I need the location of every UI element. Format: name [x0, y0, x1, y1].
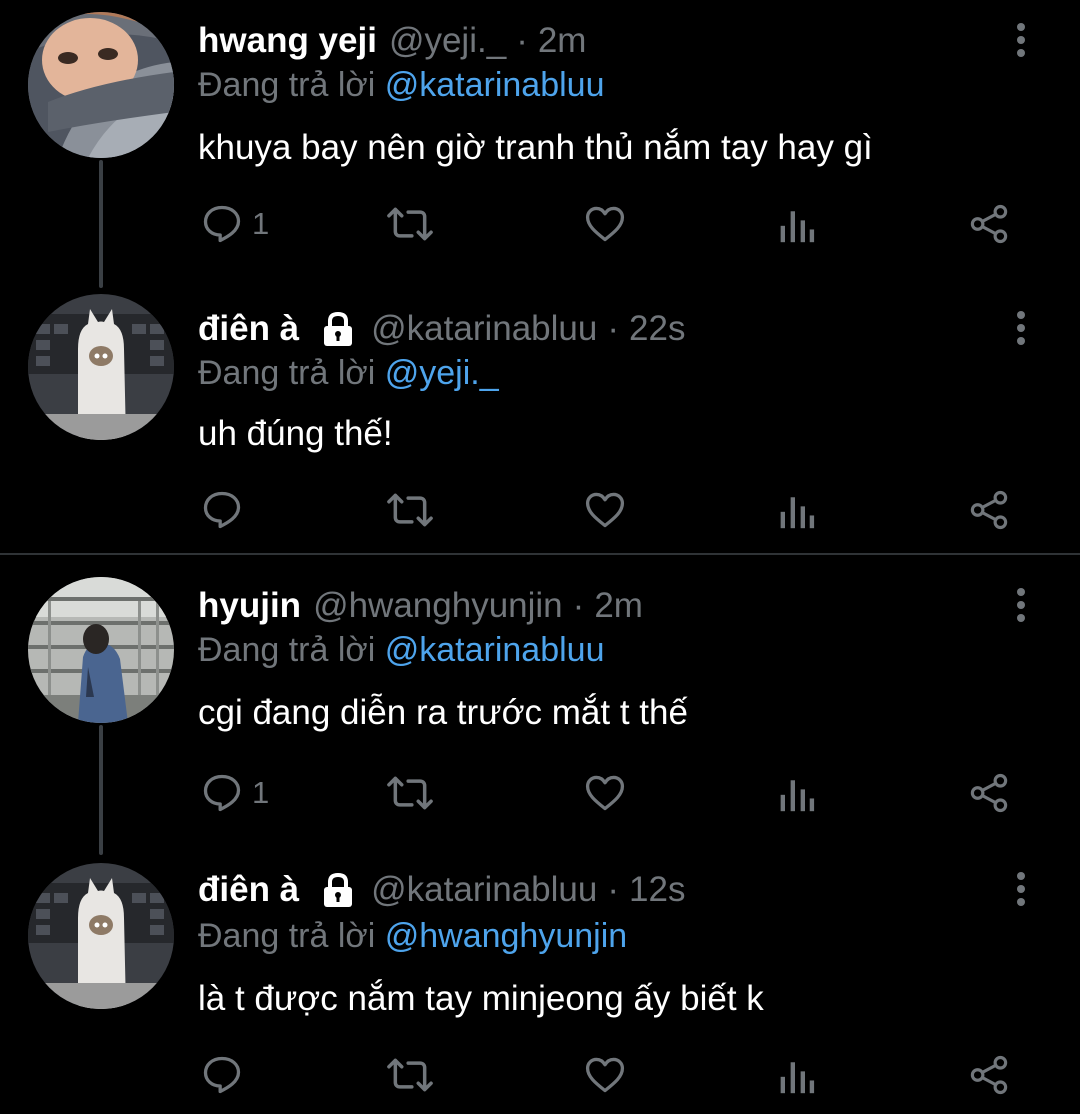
- analytics-icon: [780, 1062, 815, 1094]
- tweet-katarina-reply-2[interactable]: điên à @katarinabluu · 12s Đang trả lời …: [0, 855, 1080, 1114]
- reply-button[interactable]: [200, 484, 252, 536]
- avatar-hyujin[interactable]: [28, 577, 174, 723]
- heart-icon: [585, 492, 625, 528]
- timestamp[interactable]: 2m: [594, 586, 643, 626]
- user-handle[interactable]: @katarinabluu: [371, 870, 597, 910]
- views-button[interactable]: [778, 1049, 816, 1101]
- avatar-yeji[interactable]: [28, 12, 174, 158]
- reply-button[interactable]: 1: [200, 198, 269, 250]
- analytics-icon: [780, 497, 815, 529]
- retweet-icon: [387, 493, 433, 527]
- display-name[interactable]: hyujin: [198, 586, 301, 626]
- lock-icon: [324, 311, 353, 346]
- separator-dot: ·: [516, 21, 528, 60]
- reply-icon: [203, 205, 241, 243]
- mention-link[interactable]: @katarinabluu: [385, 66, 605, 104]
- timestamp[interactable]: 2m: [538, 21, 587, 61]
- tweet-hyujin[interactable]: hyujin @hwanghyunjin · 2m Đang trả lời @…: [0, 555, 1080, 855]
- display-name[interactable]: điên à: [198, 309, 299, 349]
- tweet-header: hwang yeji @yeji._ · 2m: [198, 18, 586, 64]
- share-button[interactable]: [968, 198, 1010, 250]
- retweet-icon: [387, 1058, 433, 1092]
- retweet-button[interactable]: [386, 484, 434, 536]
- heart-icon: [585, 1057, 625, 1093]
- views-button[interactable]: [778, 484, 816, 536]
- separator-dot: ·: [607, 870, 620, 909]
- reply-button[interactable]: [200, 1049, 252, 1101]
- tweet-text: là t được nắm tay minjeong ấy biết k: [198, 979, 764, 1018]
- separator-dot: ·: [607, 309, 620, 348]
- mention-link[interactable]: @yeji._: [385, 354, 499, 392]
- reply-icon: [203, 1056, 241, 1094]
- replying-to-line: Đang trả lời @katarinabluu: [198, 66, 604, 105]
- mention-link[interactable]: @katarinabluu: [385, 631, 605, 669]
- user-handle[interactable]: @yeji._: [389, 21, 506, 61]
- heart-icon: [585, 206, 625, 242]
- like-button[interactable]: [582, 767, 628, 819]
- like-button[interactable]: [582, 198, 628, 250]
- retweet-button[interactable]: [386, 198, 434, 250]
- replying-to-label: Đang trả lời: [198, 354, 376, 392]
- timestamp[interactable]: 22s: [629, 309, 685, 349]
- tweet-yeji[interactable]: hwang yeji @yeji._ · 2m Đang trả lời @ka…: [0, 0, 1080, 270]
- share-icon: [970, 204, 1008, 244]
- analytics-icon: [780, 211, 815, 243]
- share-button[interactable]: [968, 767, 1010, 819]
- share-button[interactable]: [968, 1049, 1010, 1101]
- tweet-text: uh đúng thế!: [198, 414, 393, 453]
- analytics-icon: [780, 780, 815, 812]
- user-handle[interactable]: @katarinabluu: [371, 309, 597, 349]
- more-vertical-icon[interactable]: [1006, 310, 1036, 346]
- avatar-ghost[interactable]: [28, 294, 174, 440]
- replying-to-label: Đang trả lời: [198, 66, 376, 104]
- tweet-text: cgi đang diễn ra trước mắt t thế: [198, 693, 688, 732]
- user-handle[interactable]: @hwanghyunjin: [313, 586, 563, 626]
- like-button[interactable]: [582, 484, 628, 536]
- views-button[interactable]: [778, 198, 816, 250]
- tweet-actions: [0, 484, 1080, 536]
- lock-icon: [324, 872, 353, 907]
- retweet-icon: [387, 207, 433, 241]
- tweet-actions: 1: [0, 198, 1080, 250]
- more-vertical-icon[interactable]: [1006, 22, 1036, 58]
- retweet-button[interactable]: [386, 767, 434, 819]
- tweet-header: điên à @katarinabluu · 22s: [198, 306, 685, 352]
- reply-icon: [203, 774, 241, 812]
- thread-1: hwang yeji @yeji._ · 2m Đang trả lời @ka…: [0, 0, 1080, 553]
- timestamp[interactable]: 12s: [629, 870, 685, 910]
- share-icon: [970, 1055, 1008, 1095]
- share-icon: [970, 490, 1008, 530]
- share-button[interactable]: [968, 484, 1010, 536]
- tweet-text: khuya bay nên giờ tranh thủ nắm tay hay …: [198, 128, 873, 167]
- retweet-button[interactable]: [386, 1049, 434, 1101]
- more-vertical-icon[interactable]: [1006, 871, 1036, 907]
- thread-2: hyujin @hwanghyunjin · 2m Đang trả lời @…: [0, 555, 1080, 1114]
- replying-to-line: Đang trả lời @yeji._: [198, 354, 499, 393]
- more-vertical-icon[interactable]: [1006, 587, 1036, 623]
- heart-icon: [585, 775, 625, 811]
- tweet-header: điên à @katarinabluu · 12s: [198, 867, 685, 913]
- reply-count: 1: [252, 206, 270, 241]
- replying-to-label: Đang trả lời: [198, 631, 376, 669]
- replying-to-line: Đang trả lời @katarinabluu: [198, 631, 604, 670]
- reply-count: 1: [252, 775, 270, 810]
- share-icon: [970, 773, 1008, 813]
- views-button[interactable]: [778, 767, 816, 819]
- mention-link[interactable]: @hwanghyunjin: [385, 917, 627, 955]
- like-button[interactable]: [582, 1049, 628, 1101]
- retweet-icon: [387, 776, 433, 810]
- tweet-katarina-reply-1[interactable]: điên à @katarinabluu · 22s Đang trả lời …: [0, 288, 1080, 553]
- display-name[interactable]: hwang yeji: [198, 21, 377, 61]
- display-name[interactable]: điên à: [198, 870, 299, 910]
- replying-to-line: Đang trả lời @hwanghyunjin: [198, 917, 627, 956]
- separator-dot: ·: [572, 586, 585, 625]
- tweet-header: hyujin @hwanghyunjin · 2m: [198, 583, 643, 629]
- tweet-actions: [0, 1049, 1080, 1101]
- tweet-actions: 1: [0, 767, 1080, 819]
- replying-to-label: Đang trả lời: [198, 917, 376, 955]
- reply-button[interactable]: 1: [200, 767, 269, 819]
- reply-icon: [203, 491, 241, 529]
- avatar-ghost[interactable]: [28, 863, 174, 1009]
